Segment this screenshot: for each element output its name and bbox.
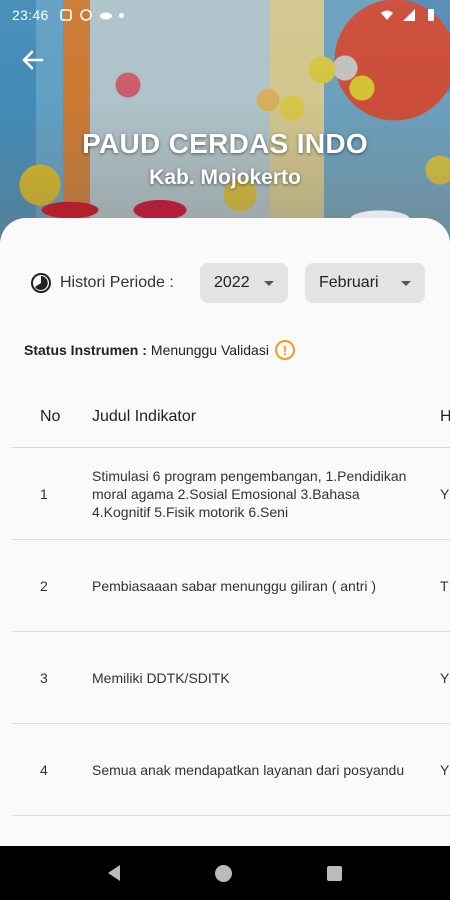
- chevron-down-icon: [401, 280, 411, 286]
- period-selector: Histori Periode : 2022 Februari: [30, 262, 425, 304]
- school-name: PAUD CERDAS INDO: [82, 128, 368, 159]
- table-row[interactable]: 3 Memiliki DDTK/SDITK Y: [12, 632, 450, 724]
- history-icon: [31, 273, 51, 293]
- status-label: Status Instrumen :: [24, 342, 147, 358]
- cloud-icon: [99, 12, 112, 20]
- row-no: 1: [40, 485, 48, 502]
- warning-icon[interactable]: !: [274, 340, 295, 360]
- header-judul: Judul Indikator: [92, 407, 197, 425]
- indicator-table: No Judul Indikator H 1 Stimulasi 6 progr…: [12, 386, 450, 816]
- back-button[interactable]: [18, 45, 48, 75]
- table-row[interactable]: 2 Pembiasaaan sabar menunggu giliran ( a…: [12, 540, 450, 632]
- nav-recents-icon[interactable]: [327, 865, 343, 881]
- chevron-down-icon: [264, 280, 274, 286]
- month-dropdown[interactable]: Februari: [305, 263, 425, 303]
- row-judul: Memiliki DDTK/SDITK: [92, 669, 230, 686]
- nav-back-icon[interactable]: [107, 865, 120, 881]
- year-value: 2022: [214, 274, 250, 291]
- signal-icon: [403, 9, 415, 21]
- header-h: H: [440, 407, 450, 425]
- row-judul: Pembiasaaan sabar menunggu giliran ( ant…: [92, 577, 377, 594]
- sync-icon: [79, 9, 92, 21]
- arrow-back-icon: [22, 50, 44, 70]
- table-row[interactable]: 1 Stimulasi 6 program pengembangan, 1.Pe…: [12, 448, 450, 540]
- row-no: 4: [40, 761, 48, 778]
- year-dropdown[interactable]: 2022: [200, 263, 288, 303]
- header-photo: [0, 0, 450, 250]
- row-judul: Semua anak mendapatkan layanan dari posy…: [92, 761, 405, 778]
- status-instrumen: Status Instrumen : Menunggu Validasi !: [24, 340, 295, 360]
- header-no: No: [40, 407, 61, 425]
- table-header: No Judul Indikator H: [12, 386, 450, 448]
- status-time: 23:46: [12, 7, 49, 23]
- status-bar: 23:46: [0, 0, 450, 30]
- system-nav-bar: [0, 846, 450, 900]
- row-h: Y: [440, 761, 450, 778]
- row-h: T: [440, 577, 449, 594]
- status-value: Menunggu Validasi: [150, 342, 269, 358]
- period-label: Histori Periode :: [60, 274, 174, 291]
- month-value: Februari: [319, 274, 379, 291]
- row-no: 2: [40, 577, 48, 594]
- table-row[interactable]: 4 Semua anak mendapatkan layanan dari po…: [12, 724, 450, 816]
- battery-icon: [428, 9, 434, 21]
- wifi-icon: [381, 10, 393, 20]
- row-h: Y: [440, 669, 450, 686]
- nav-home-icon[interactable]: [214, 864, 232, 882]
- content-card: Histori Periode : 2022 Februari Status I…: [0, 218, 450, 846]
- school-region: Kab. Mojokerto: [149, 166, 301, 189]
- notification-icon: [59, 9, 72, 21]
- row-judul: Stimulasi 6 program pengembangan, 1.Pend…: [92, 467, 407, 520]
- dot-icon: [118, 12, 124, 18]
- row-h: Y: [440, 485, 450, 502]
- row-no: 3: [40, 669, 48, 686]
